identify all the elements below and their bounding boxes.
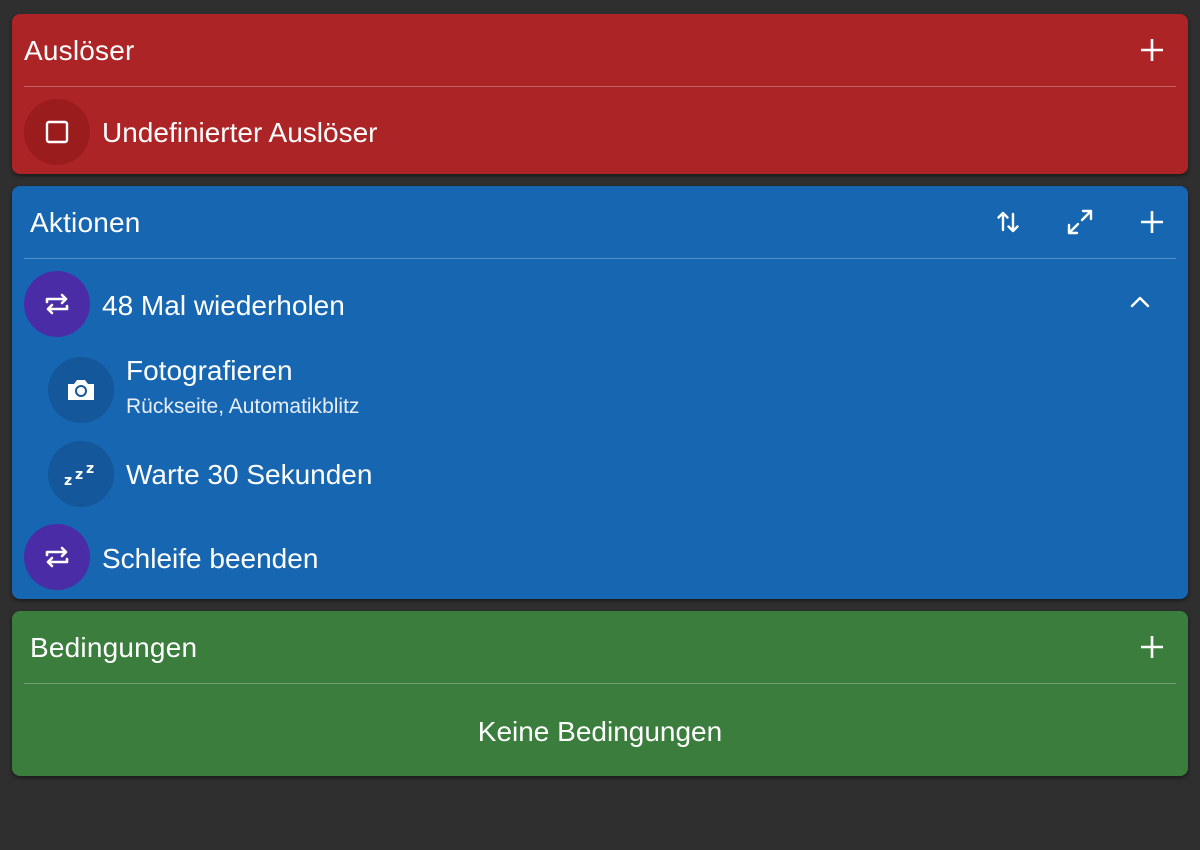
repeat-label: 48 Mal wiederholen bbox=[102, 290, 345, 321]
action-item-wait[interactable]: z z z Warte 30 Sekunden bbox=[12, 438, 1188, 510]
collapse-button[interactable] bbox=[1120, 282, 1160, 322]
repeat-icon bbox=[45, 546, 69, 568]
trigger-label: Undefinierter Auslöser bbox=[102, 117, 378, 148]
plus-icon bbox=[1141, 636, 1163, 658]
plus-icon bbox=[1141, 39, 1163, 61]
reorder-arrows-icon bbox=[997, 211, 1019, 233]
add-condition-button[interactable] bbox=[1132, 627, 1172, 667]
triggers-header: Auslöser bbox=[12, 14, 1188, 86]
end-loop-icon-circle bbox=[24, 524, 90, 590]
reorder-button[interactable] bbox=[988, 202, 1028, 242]
expand-icon bbox=[1067, 209, 1093, 235]
actions-divider bbox=[24, 258, 1176, 259]
action-item-photo[interactable]: Fotografieren Rückseite, Automatikblitz bbox=[12, 354, 1188, 426]
photo-label: Fotografieren bbox=[126, 355, 293, 386]
conditions-header: Bedingungen bbox=[12, 611, 1188, 683]
actions-card: Aktionen 48 Mal wiederholen Fotografiere… bbox=[12, 186, 1188, 599]
trigger-item[interactable]: Undefinierter Auslöser bbox=[12, 98, 1188, 166]
actions-header: Aktionen bbox=[12, 186, 1188, 258]
checkbox-outline-icon bbox=[45, 120, 69, 144]
camera-icon bbox=[68, 380, 94, 400]
camera-icon-circle bbox=[48, 357, 114, 423]
triggers-title: Auslöser bbox=[24, 35, 135, 66]
chevron-up-icon bbox=[1130, 296, 1150, 308]
expand-button[interactable] bbox=[1060, 202, 1100, 242]
conditions-divider bbox=[24, 683, 1176, 684]
plus-icon bbox=[1141, 211, 1163, 233]
triggers-divider bbox=[24, 86, 1176, 87]
conditions-card: Bedingungen Keine Bedingungen bbox=[12, 611, 1188, 776]
svg-text:z: z bbox=[64, 473, 72, 488]
sleep-zzz-icon: z z z bbox=[64, 461, 94, 488]
triggers-card: Auslöser Undefinierter Auslöser bbox=[12, 14, 1188, 174]
trigger-icon-circle bbox=[24, 99, 90, 165]
no-conditions-text: Keine Bedingungen bbox=[477, 716, 723, 747]
photo-detail: Rückseite, Automatikblitz bbox=[126, 395, 360, 418]
action-item-end-loop[interactable]: Schleife beenden bbox=[12, 522, 1188, 594]
conditions-title: Bedingungen bbox=[30, 632, 198, 663]
svg-text:z: z bbox=[86, 461, 94, 477]
repeat-icon-circle bbox=[24, 271, 90, 337]
end-loop-label: Schleife beenden bbox=[102, 543, 319, 574]
sleep-icon-circle: z z z bbox=[48, 441, 114, 507]
repeat-icon bbox=[45, 293, 69, 315]
wait-label: Warte 30 Sekunden bbox=[126, 459, 373, 490]
action-item-repeat[interactable]: 48 Mal wiederholen bbox=[12, 270, 1188, 342]
add-action-button[interactable] bbox=[1132, 202, 1172, 242]
add-trigger-button[interactable] bbox=[1132, 30, 1172, 70]
svg-text:z: z bbox=[75, 467, 83, 483]
actions-title: Aktionen bbox=[30, 207, 141, 238]
